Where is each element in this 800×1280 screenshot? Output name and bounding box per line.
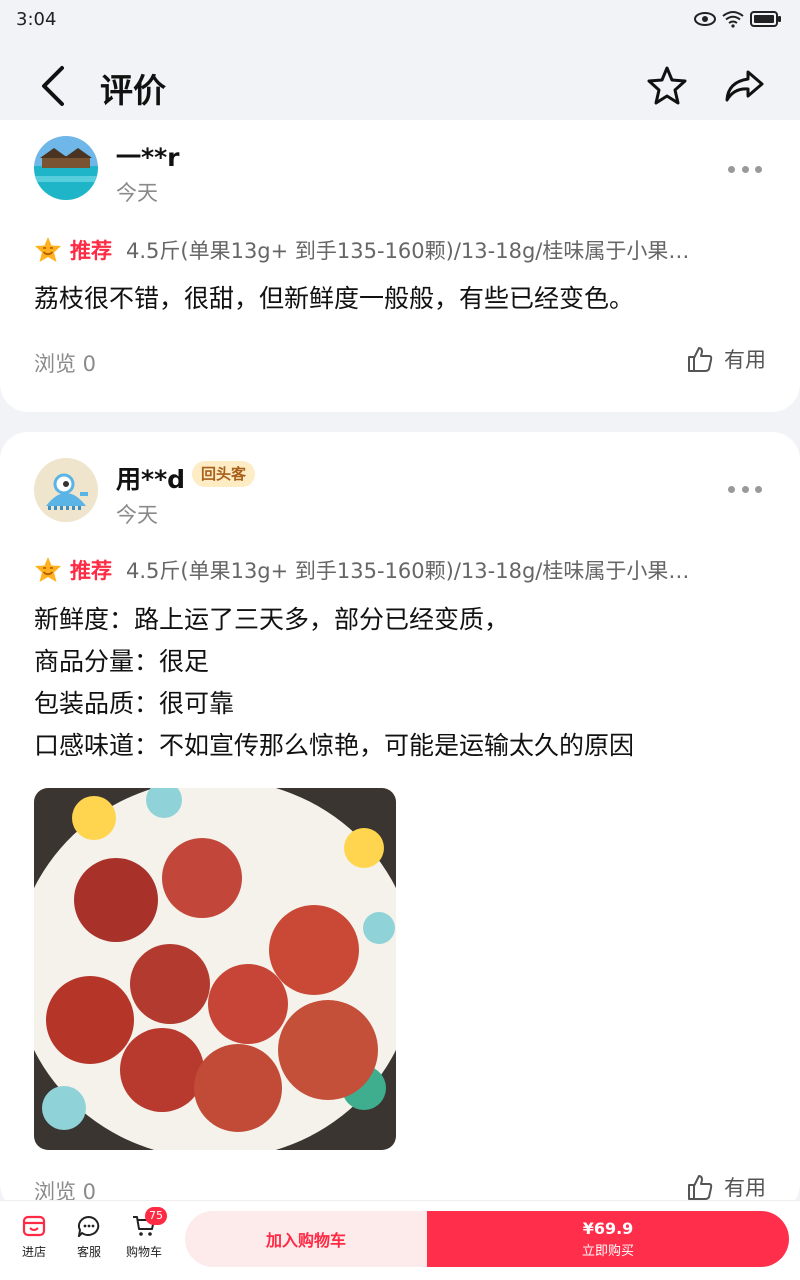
review-line: 荔枝很不错，很甜，但新鲜度一般般，有些已经变色。 (34, 284, 635, 313)
back-button[interactable] (34, 64, 74, 108)
avatar-image (34, 458, 98, 522)
avatar-image (34, 136, 98, 200)
lychee-photo (34, 788, 396, 1150)
recommend-label: 推荐 (70, 239, 112, 263)
star-icon (647, 66, 687, 105)
favorite-button[interactable] (645, 64, 689, 108)
add-to-cart-button[interactable]: 加入购物车 (185, 1211, 427, 1267)
bottom-action-bar: 进店 客服 75 购物车 加入购物车 ¥69.9 立即购买 (0, 1200, 800, 1280)
review-card: 用**d 回头客 今天 推荐 4.5斤(单果13g+ 到手135-160颗)/1… (0, 432, 800, 1212)
product-spec: 4.5斤(单果13g+ 到手135-160颗)/13-18g/桂味属于小果… (126, 239, 690, 263)
eye-icon (694, 12, 716, 26)
page-title: 评价 (100, 71, 166, 110)
status-bar: 3:04 (0, 0, 800, 40)
useful-label: 有用 (724, 348, 766, 372)
thumbs-up-icon (688, 347, 713, 372)
recommend-row: 推荐 4.5斤(单果13g+ 到手135-160颗)/13-18g/桂味属于小果… (34, 234, 774, 266)
store-button[interactable]: 进店 (9, 1215, 59, 1260)
service-label: 客服 (76, 1245, 101, 1259)
more-options-button[interactable] (728, 483, 762, 495)
buy-now-button[interactable]: ¥69.9 立即购买 (427, 1211, 789, 1267)
recommend-label: 推荐 (70, 559, 112, 583)
chat-icon (77, 1215, 100, 1239)
share-button[interactable] (722, 64, 766, 108)
view-count: 浏览 0 (34, 352, 97, 376)
cart-label: 购物车 (125, 1245, 162, 1259)
review-text: 新鲜度：路上运了三天多，部分已经变质， 商品分量：很足 包装品质：很可靠 口感味… (34, 599, 774, 767)
recommend-row: 推荐 4.5斤(单果13g+ 到手135-160颗)/13-18g/桂味属于小果… (34, 554, 774, 586)
review-date: 今天 (116, 503, 158, 527)
status-icons (694, 10, 782, 28)
review-line: 包装品质：很可靠 (34, 689, 235, 718)
header: 评价 (0, 40, 800, 130)
add-to-cart-label: 加入购物车 (265, 1231, 346, 1250)
thumbs-up-icon (688, 1175, 713, 1200)
buy-now-label: 立即购买 (581, 1244, 634, 1259)
review-line: 商品分量：很足 (34, 647, 210, 676)
wifi-icon (722, 11, 744, 28)
cart-count-badge: 75 (145, 1207, 167, 1225)
review-card: 一**r 今天 推荐 4.5斤(单果13g+ 到手135-160颗)/13-18… (0, 120, 800, 412)
useful-button[interactable]: 有用 (686, 1172, 766, 1202)
returning-customer-badge: 回头客 (192, 461, 256, 487)
store-icon (22, 1215, 46, 1237)
review-line: 口感味道：不如宣传那么惊艳，可能是运输太久的原因 (34, 731, 635, 760)
useful-button[interactable]: 有用 (686, 344, 766, 374)
service-button[interactable]: 客服 (64, 1215, 114, 1260)
review-line: 新鲜度：路上运了三天多，部分已经变质， (34, 605, 510, 634)
review-date: 今天 (116, 181, 158, 205)
cart-button[interactable]: 75 购物车 (119, 1207, 169, 1260)
useful-label: 有用 (724, 1176, 766, 1200)
more-options-button[interactable] (728, 163, 762, 175)
avatar[interactable] (34, 136, 98, 200)
battery-icon (750, 11, 781, 27)
price: ¥69.9 (582, 1219, 634, 1238)
smile-emoji-icon (35, 557, 61, 582)
share-icon (725, 70, 764, 102)
product-spec: 4.5斤(单果13g+ 到手135-160颗)/13-18g/桂味属于小果… (126, 559, 690, 583)
store-label: 进店 (21, 1245, 46, 1259)
username: 用**d (116, 465, 186, 494)
username: 一**r (116, 143, 180, 172)
smile-emoji-icon (35, 237, 61, 262)
review-photo[interactable] (34, 788, 396, 1150)
chevron-left-icon (42, 66, 64, 106)
avatar[interactable] (34, 458, 98, 522)
status-time: 3:04 (16, 9, 57, 30)
review-text: 荔枝很不错，很甜，但新鲜度一般般，有些已经变色。 (34, 278, 774, 320)
